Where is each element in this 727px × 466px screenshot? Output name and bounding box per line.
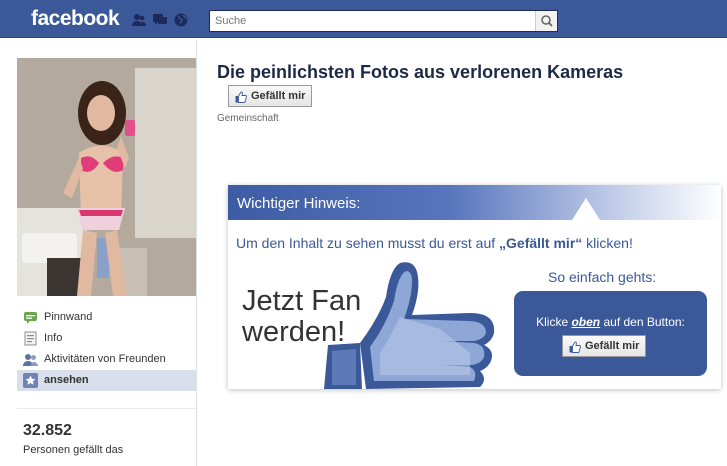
instruction-box: Klicke oben auf den Button: Gefällt mir [514,291,707,376]
instruction-like-label: Gefällt mir [585,340,640,352]
sidebar-item-label: Pinnwand [44,311,93,323]
star-icon [23,373,38,388]
subtitle-emphasis: „Gefällt mir“ [499,235,583,251]
search-button[interactable] [535,11,557,31]
page-category[interactable]: Gemeinschaft [217,113,279,124]
divider [17,408,196,409]
promo-panel: Wichtiger Hinweis: Um den Inhalt zu sehe… [228,185,721,389]
left-column: Pinnwand Info Aktivitäten von Freunden a… [0,39,197,466]
likes-label: Personen gefällt das [23,444,124,456]
promo-subtitle: Um den Inhalt zu sehen musst du erst auf… [236,235,633,251]
thumbs-up-icon [569,340,581,353]
instruction-part: Klicke [536,315,572,329]
sidebar-item-friends-activity[interactable]: Aktivitäten von Freunden [17,349,196,370]
like-button-label: Gefällt mir [251,90,306,102]
friends-activity-icon [23,352,38,367]
top-bar: facebook [0,0,727,38]
howto-label: So einfach gehts: [548,269,657,285]
instruction-text: Klicke oben auf den Button: [514,315,707,329]
sidebar-item-pinnwand[interactable]: Pinnwand [17,307,196,328]
sidebar-item-label: Aktivitäten von Freunden [44,353,166,365]
notifications-globe-icon[interactable] [173,12,189,28]
page-title: Die peinlichsten Fotos aus verlorenen Ka… [217,62,624,82]
promo-notch [572,198,600,220]
info-icon [23,331,38,346]
instruction-emphasis: oben [571,315,601,329]
promo-header: Wichtiger Hinweis: [228,185,721,220]
like-button[interactable]: Gefällt mir [228,85,313,107]
subtitle-text-end: klicken! [582,235,633,251]
search-input[interactable] [210,11,536,31]
sidebar-item-ansehen[interactable]: ansehen [17,370,196,391]
search-icon [541,15,553,27]
sidebar-item-label: ansehen [44,374,89,386]
page-navigation: Pinnwand Info Aktivitäten von Freunden a… [17,307,196,391]
facebook-logo[interactable]: facebook [31,7,120,31]
messages-icon[interactable] [152,12,168,28]
promo-header-title: Wichtiger Hinweis: [237,195,361,212]
search-box [209,10,558,32]
likes-count[interactable]: 32.852 [23,422,72,440]
sidebar-item-label: Info [44,332,63,344]
instruction-part-end: auf den Button: [600,315,685,329]
fan-line-2: werden! [242,316,346,348]
fan-slogan: Jetzt Fan werden! [242,286,361,348]
instruction-like-button[interactable]: Gefällt mir [562,335,647,357]
profile-photo[interactable] [17,58,196,296]
subtitle-text: Um den Inhalt zu sehen musst du erst auf [236,235,500,251]
sidebar-item-info[interactable]: Info [17,328,196,349]
friend-requests-icon[interactable] [131,12,147,28]
fan-line-1: Jetzt Fan [242,285,362,317]
thumbs-up-icon [235,90,247,103]
wall-icon [23,310,38,325]
